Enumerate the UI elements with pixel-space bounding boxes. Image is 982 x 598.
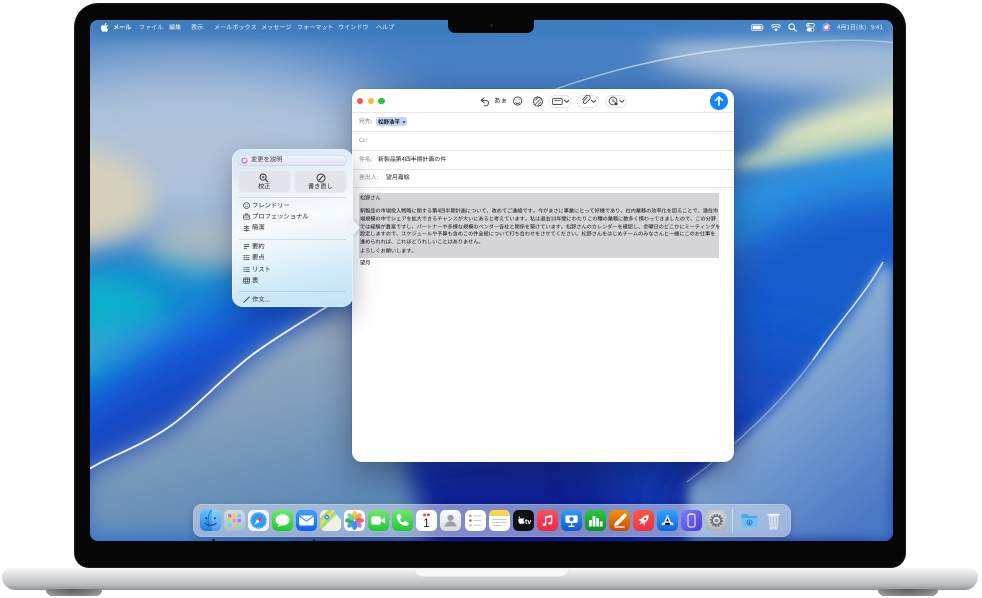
- svg-text:1: 1: [424, 518, 430, 530]
- svg-text:tv: tv: [525, 519, 531, 526]
